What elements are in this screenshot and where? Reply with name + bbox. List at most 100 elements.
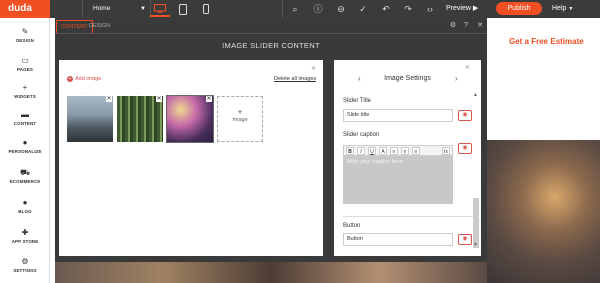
image-slider-editor: CONTENT DESIGN ⚙ ? ✕ IMAGE SLIDER CONTEN… — [55, 18, 487, 262]
image-thumbnail-bokeh[interactable]: ··· ✕ — [166, 91, 214, 143]
button-text-input[interactable]: Button — [343, 233, 453, 246]
bullet-list-button[interactable]: ≡ — [390, 147, 398, 155]
close-icon[interactable]: ✕ — [465, 64, 470, 71]
preview-label: Preview — [446, 5, 471, 12]
divider — [343, 216, 473, 217]
code-icon[interactable]: ‹› — [420, 0, 440, 18]
clear-format-button[interactable]: Ix — [442, 147, 450, 155]
drag-handle-icon[interactable]: ··· — [83, 91, 91, 97]
redo-icon[interactable]: ↷ — [398, 0, 418, 18]
person-icon: ● — [22, 138, 28, 147]
sidebar-item-label: ECOMMERCE — [9, 179, 41, 184]
sidebar-item-content[interactable]: ▬ CONTENT — [0, 110, 50, 126]
tab-design[interactable]: DESIGN — [85, 20, 114, 33]
bold-button[interactable]: B — [346, 147, 354, 155]
help-menu[interactable]: Help ▼ — [552, 0, 573, 18]
add-image-label: Add image — [75, 76, 102, 82]
slider-title-input[interactable]: Slide title — [343, 109, 453, 122]
cta-text[interactable]: Get a Free Estimate — [509, 37, 584, 46]
preview-button[interactable]: Preview ▶ — [446, 0, 478, 18]
image-thumbnail-forest[interactable]: ··· ✕ — [117, 91, 163, 142]
italic-button[interactable]: I — [357, 147, 365, 155]
help-icon[interactable]: ? — [460, 20, 472, 32]
sidebar-item-design[interactable]: ✎ DESIGN — [0, 27, 50, 43]
scroll-up-icon[interactable]: ▲ — [473, 92, 478, 98]
close-icon[interactable]: ✕ — [311, 65, 316, 72]
close-icon[interactable]: ✕ — [106, 96, 112, 102]
add-image-tile-label: Image — [232, 117, 248, 123]
puzzle-icon: ✚ — [21, 228, 29, 237]
site-hero-image-strip — [55, 262, 487, 283]
image-settings-body: Slider Title Slide title ◉ Slider captio… — [334, 90, 481, 250]
button-label: Button — [343, 223, 361, 229]
palette-icon: ✎ — [21, 27, 29, 36]
sidebar-item-label: WIDGETS — [14, 94, 36, 99]
close-icon[interactable]: ✕ — [206, 96, 212, 102]
zoom-out-icon[interactable]: ⊖ — [331, 0, 351, 18]
caption-textarea[interactable]: Write your caption here — [343, 156, 453, 204]
page-selector[interactable]: Home ▼ — [88, 2, 146, 16]
eye-icon: ◉ — [462, 112, 468, 118]
sidebar-item-personalize[interactable]: ● PERSONALIZE — [0, 138, 50, 154]
sidebar-item-settings[interactable]: ⚙ SETTINGS — [0, 257, 50, 273]
rich-text-toolbar: B I U A ≡ ≡ ≡ Ix — [343, 145, 453, 156]
scrollbar-thumb[interactable] — [473, 198, 479, 248]
check-icon[interactable]: ✓ — [353, 0, 373, 18]
sidebar-item-label: DESIGN — [16, 38, 34, 43]
play-icon: ▶ — [472, 5, 479, 12]
drag-handle-icon[interactable]: ··· — [183, 91, 191, 97]
divider — [282, 0, 283, 18]
chevron-down-icon: ▼ — [140, 6, 146, 12]
plus-icon: + — [237, 107, 243, 117]
chevron-down-icon: ▼ — [568, 6, 574, 12]
sidebar-item-label: SETTINGS — [13, 268, 37, 273]
sidebar-item-label: CONTENT — [13, 121, 37, 126]
info-icon[interactable]: ⓘ — [308, 0, 328, 18]
top-toolbar: duda Home ▼ ⌕ ⓘ ⊖ ✓ ↶ ↷ ‹› Preview ▶ Pub… — [0, 0, 600, 18]
gear-icon[interactable]: ⚙ — [447, 20, 459, 32]
plus-icon: + — [67, 76, 73, 82]
sidebar-item-ecommerce[interactable]: ⛟ ECOMMERCE — [0, 168, 50, 184]
sidebar-item-app-store[interactable]: ✚ APP STORE — [0, 228, 50, 244]
chevron-right-icon[interactable]: › — [455, 74, 458, 83]
search-icon[interactable]: ⌕ — [285, 0, 305, 18]
sidebar-item-blog[interactable]: ● BLOG — [0, 198, 50, 214]
mobile-view-button[interactable] — [196, 1, 216, 17]
undo-icon[interactable]: ↶ — [376, 0, 396, 18]
add-image-button[interactable]: + Add image — [67, 76, 101, 82]
tablet-view-button[interactable] — [173, 1, 193, 17]
text-color-button[interactable]: A — [379, 147, 387, 155]
images-panel: ✕ + Add image Delete all images ··· ✕ ···… — [59, 60, 323, 256]
underline-button[interactable]: U — [368, 147, 376, 155]
help-label: Help — [552, 5, 567, 12]
editor-title: IMAGE SLIDER CONTENT — [222, 41, 320, 50]
gear-icon: ⚙ — [21, 257, 29, 266]
sidebar-item-widgets[interactable]: + WIDGETS — [0, 83, 50, 99]
drag-handle-icon[interactable]: ··· — [133, 91, 141, 97]
numbered-list-button[interactable]: ≡ — [401, 147, 409, 155]
sidebar-item-label: PAGES — [17, 67, 33, 72]
image-thumbnail-city[interactable]: ··· ✕ — [67, 91, 113, 142]
image-settings-panel: Image Settings ‹ › ✕ Slider Title Slide … — [334, 60, 481, 256]
divider — [82, 0, 83, 18]
slider-title-label: Slider Title — [343, 98, 372, 104]
scroll-down-icon[interactable]: ▼ — [473, 242, 478, 248]
visibility-toggle[interactable]: ◉ — [458, 234, 472, 245]
tablet-icon — [179, 3, 187, 15]
visibility-toggle[interactable]: ◉ — [458, 143, 472, 154]
desktop-view-button[interactable] — [150, 1, 170, 17]
sidebar-item-pages[interactable]: ▭ PAGES — [0, 56, 50, 72]
close-icon[interactable]: ✕ — [474, 20, 486, 32]
close-icon[interactable]: ✕ — [156, 96, 162, 102]
desktop-icon — [154, 3, 166, 12]
sidebar-item-label: APP STORE — [11, 239, 39, 244]
visibility-toggle[interactable]: ◉ — [458, 110, 472, 121]
site-hero-image — [487, 140, 600, 283]
delete-all-images-link[interactable]: Delete all images — [274, 76, 316, 82]
add-image-tile[interactable]: + Image — [217, 96, 263, 142]
align-button[interactable]: ≡ — [412, 147, 420, 155]
chevron-left-icon[interactable]: ‹ — [358, 74, 361, 83]
publish-button[interactable]: Publish — [496, 2, 542, 15]
eye-icon: ◉ — [462, 236, 468, 242]
sidebar-item-label: BLOG — [18, 209, 32, 214]
